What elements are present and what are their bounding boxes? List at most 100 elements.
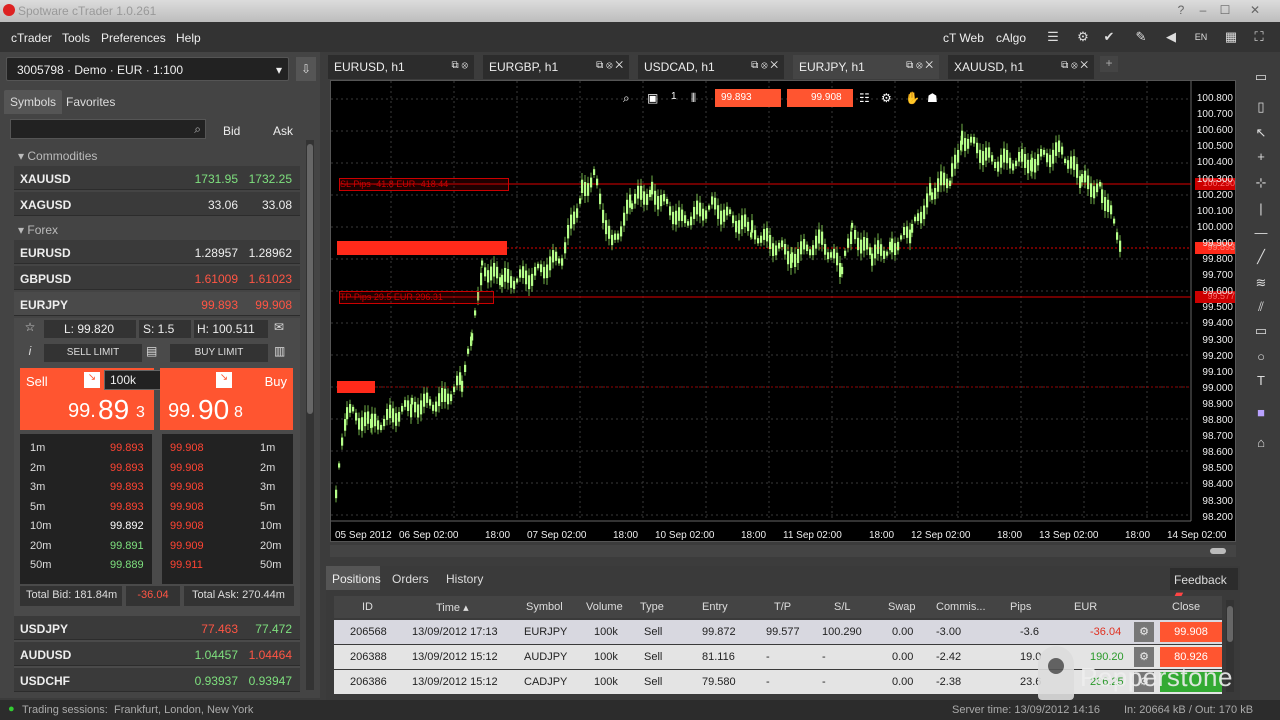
symbol-search-input[interactable]: ⌕ — [10, 119, 206, 139]
group-commodities[interactable]: ▾ Commodities — [14, 144, 97, 166]
column-header[interactable]: Swap — [888, 601, 916, 613]
close-icon[interactable]: ⧉ ⊗ ✕ — [596, 60, 623, 71]
column-header[interactable]: Entry — [702, 601, 728, 613]
minimize-button[interactable]: – — [1192, 2, 1214, 18]
rectangle-icon[interactable]: ▭ — [1250, 320, 1272, 342]
person-icon[interactable]: ☗ — [927, 91, 938, 105]
symbol-row-usdjpy[interactable]: USDJPY 77.463 77.472 — [14, 616, 300, 640]
chart-canvas[interactable] — [331, 81, 1237, 543]
tab-favorites[interactable]: Favorites — [60, 90, 121, 114]
menu-tools[interactable]: Tools — [62, 31, 90, 45]
star-icon[interactable]: ☆ — [20, 320, 40, 338]
chart-scrollbar[interactable] — [330, 545, 1236, 557]
tab-symbols[interactable]: Symbols — [4, 90, 63, 114]
column-header[interactable]: Type — [640, 601, 664, 613]
indicator-icon[interactable]: ✎ — [1132, 28, 1150, 46]
column-header[interactable]: Commis... — [936, 601, 986, 613]
column-header[interactable]: Volume — [586, 601, 623, 613]
column-header[interactable]: Symbol — [526, 601, 563, 613]
depth-icon[interactable]: ▤ — [146, 344, 166, 362]
quick-sell-button[interactable]: 99.893 — [715, 89, 781, 107]
maximize-button[interactable]: ☐ — [1214, 2, 1236, 18]
symbol-row-usdchf[interactable]: USDCHF 0.93937 0.93947 — [14, 668, 300, 692]
collapse-icon[interactable]: ▭ — [1250, 66, 1272, 88]
close-icon[interactable]: ⧉ ⊗ ✕ — [751, 60, 778, 71]
chart-icon[interactable]: ✉ — [274, 320, 292, 338]
column-header[interactable]: S/L — [834, 601, 851, 613]
fibonacci-icon[interactable]: ≋ — [1250, 272, 1272, 294]
close-icon[interactable]: ⧉ ⊗ ✕ — [1061, 60, 1088, 71]
table-row[interactable]: 206568 13/09/2012 17:13 EURJPY 100k Sell 99.8… — [334, 620, 1222, 644]
sell-limit-button[interactable]: SELL LIMIT — [44, 344, 142, 362]
buy-limit-button[interactable]: BUY LIMIT — [170, 344, 268, 362]
menu-ctrader[interactable]: cTrader — [11, 31, 52, 45]
tab-chart-usdcad[interactable]: USDCAD, h1 ⧉ ⊗ ✕ — [638, 55, 784, 79]
symbol-row-gbpusd[interactable]: GBPUSD 1.61009 1.61023 — [14, 266, 300, 290]
close-position-button[interactable]: 99.908 — [1160, 622, 1222, 642]
calgo-link[interactable]: cAlgo — [996, 31, 1026, 45]
ellipse-icon[interactable]: ○ — [1250, 346, 1272, 368]
ctweb-link[interactable]: cT Web — [943, 31, 984, 45]
gear-icon[interactable]: ⚙ — [1134, 622, 1154, 642]
settings-icon[interactable]: ⚙ — [1074, 28, 1092, 46]
crosshair-icon[interactable]: + — [1250, 146, 1272, 168]
symbol-row-xauusd[interactable]: XAUUSD 1731.95 1732.25 — [14, 166, 300, 190]
fullscreen-icon[interactable]: ⛶ — [1250, 28, 1268, 46]
take-profit-tag[interactable]: TP Pips 29.5 EUR 296.31 — [339, 291, 494, 304]
column-header[interactable]: ID — [362, 601, 373, 613]
text-icon[interactable]: T — [1250, 370, 1272, 392]
panel-icon[interactable]: ▯ — [1250, 96, 1272, 118]
tab-history[interactable]: History — [446, 572, 483, 586]
tab-chart-eurjpy[interactable]: EURJPY, h1 ⧉ ⊗ ✕ — [793, 55, 939, 79]
channel-icon[interactable]: ⫽ — [1250, 296, 1272, 318]
column-header[interactable]: Pips — [1010, 601, 1031, 613]
menu-help[interactable]: Help — [176, 31, 201, 45]
trend-line-icon[interactable]: ╱ — [1250, 246, 1272, 268]
add-tab-button[interactable]: + — [1100, 56, 1118, 72]
symbol-row-eurjpy[interactable]: EURJPY 99.893 99.908 — [14, 292, 300, 316]
hand-icon[interactable]: ✋ — [905, 91, 920, 105]
feedback-button[interactable]: Feedback ▰ — [1170, 568, 1238, 601]
indicators-icon[interactable]: ☷ — [859, 91, 870, 105]
tab-chart-eurusd[interactable]: EURUSD, h1 ⧉ ⊗ — [328, 55, 474, 79]
symbols-scrollbar[interactable] — [306, 140, 314, 690]
close-icon[interactable]: ⧉ ⊗ ✕ — [906, 60, 933, 71]
candles-icon[interactable]: ⫴ — [691, 91, 696, 106]
notes-icon[interactable]: ☰ — [1044, 28, 1062, 46]
color-icon[interactable]: ■ — [1250, 402, 1272, 424]
tab-orders[interactable]: Orders — [392, 572, 429, 586]
zoom-icon[interactable]: ⌕ — [623, 91, 630, 106]
help-icon[interactable]: ? — [1170, 2, 1192, 18]
screenshot-icon[interactable]: ▣ — [647, 91, 658, 105]
column-header[interactable]: T/P — [774, 601, 791, 613]
symbol-row-eurusd[interactable]: EURUSD 1.28957 1.28962 — [14, 240, 300, 264]
signal-icon[interactable]: ✔ — [1100, 28, 1118, 46]
measure-icon[interactable]: ⊹ — [1250, 172, 1272, 194]
buy-button[interactable]: Buy ↘ 99. 90 8 — [160, 368, 293, 430]
horizontal-line-icon[interactable]: — — [1250, 222, 1272, 244]
notes-icon[interactable]: ▥ — [274, 344, 292, 362]
column-header[interactable]: EUR — [1074, 601, 1097, 613]
tab-chart-xauusd[interactable]: XAUUSD, h1 ⧉ ⊗ ✕ — [948, 55, 1094, 79]
tab-positions[interactable]: Positions — [326, 566, 381, 590]
quick-buy-button[interactable]: 99.908 — [787, 89, 853, 107]
cursor-icon[interactable]: ↖ — [1250, 122, 1272, 144]
vertical-line-icon[interactable]: | — [1250, 198, 1272, 220]
column-header[interactable]: Close — [1172, 601, 1200, 613]
column-header[interactable]: Time ▴ — [436, 601, 469, 614]
group-forex[interactable]: ▾ Forex — [14, 218, 58, 240]
close-icon[interactable]: ⧉ ⊗ — [452, 60, 468, 71]
info-icon[interactable]: i — [20, 344, 40, 362]
tools-icon[interactable]: ⚙ — [881, 91, 892, 105]
camera-icon[interactable]: ⌂ — [1250, 432, 1272, 454]
account-selector[interactable]: 3005798 · Demo · EUR · 1:100 ▾ — [6, 57, 289, 81]
tab-chart-eurgbp[interactable]: EURGBP, h1 ⧉ ⊗ ✕ — [483, 55, 629, 79]
period-selector[interactable]: 1 — [671, 91, 677, 102]
sound-icon[interactable]: ◀ — [1162, 28, 1180, 46]
stop-loss-tag[interactable]: SL Pips -41.8 EUR -418.44 — [339, 178, 509, 191]
symbol-row-xagusd[interactable]: XAGUSD 33.06 33.08 — [14, 192, 300, 216]
layout-icon[interactable]: ▦ — [1222, 28, 1240, 46]
price-chart[interactable]: ⌕ ▣ 1 ⫴ 99.893 99.908 ☷ ⚙ ✋ ☗ SL Pips -4… — [330, 80, 1236, 542]
language-icon[interactable]: EN — [1192, 28, 1210, 46]
close-button[interactable]: ✕ — [1240, 2, 1270, 18]
